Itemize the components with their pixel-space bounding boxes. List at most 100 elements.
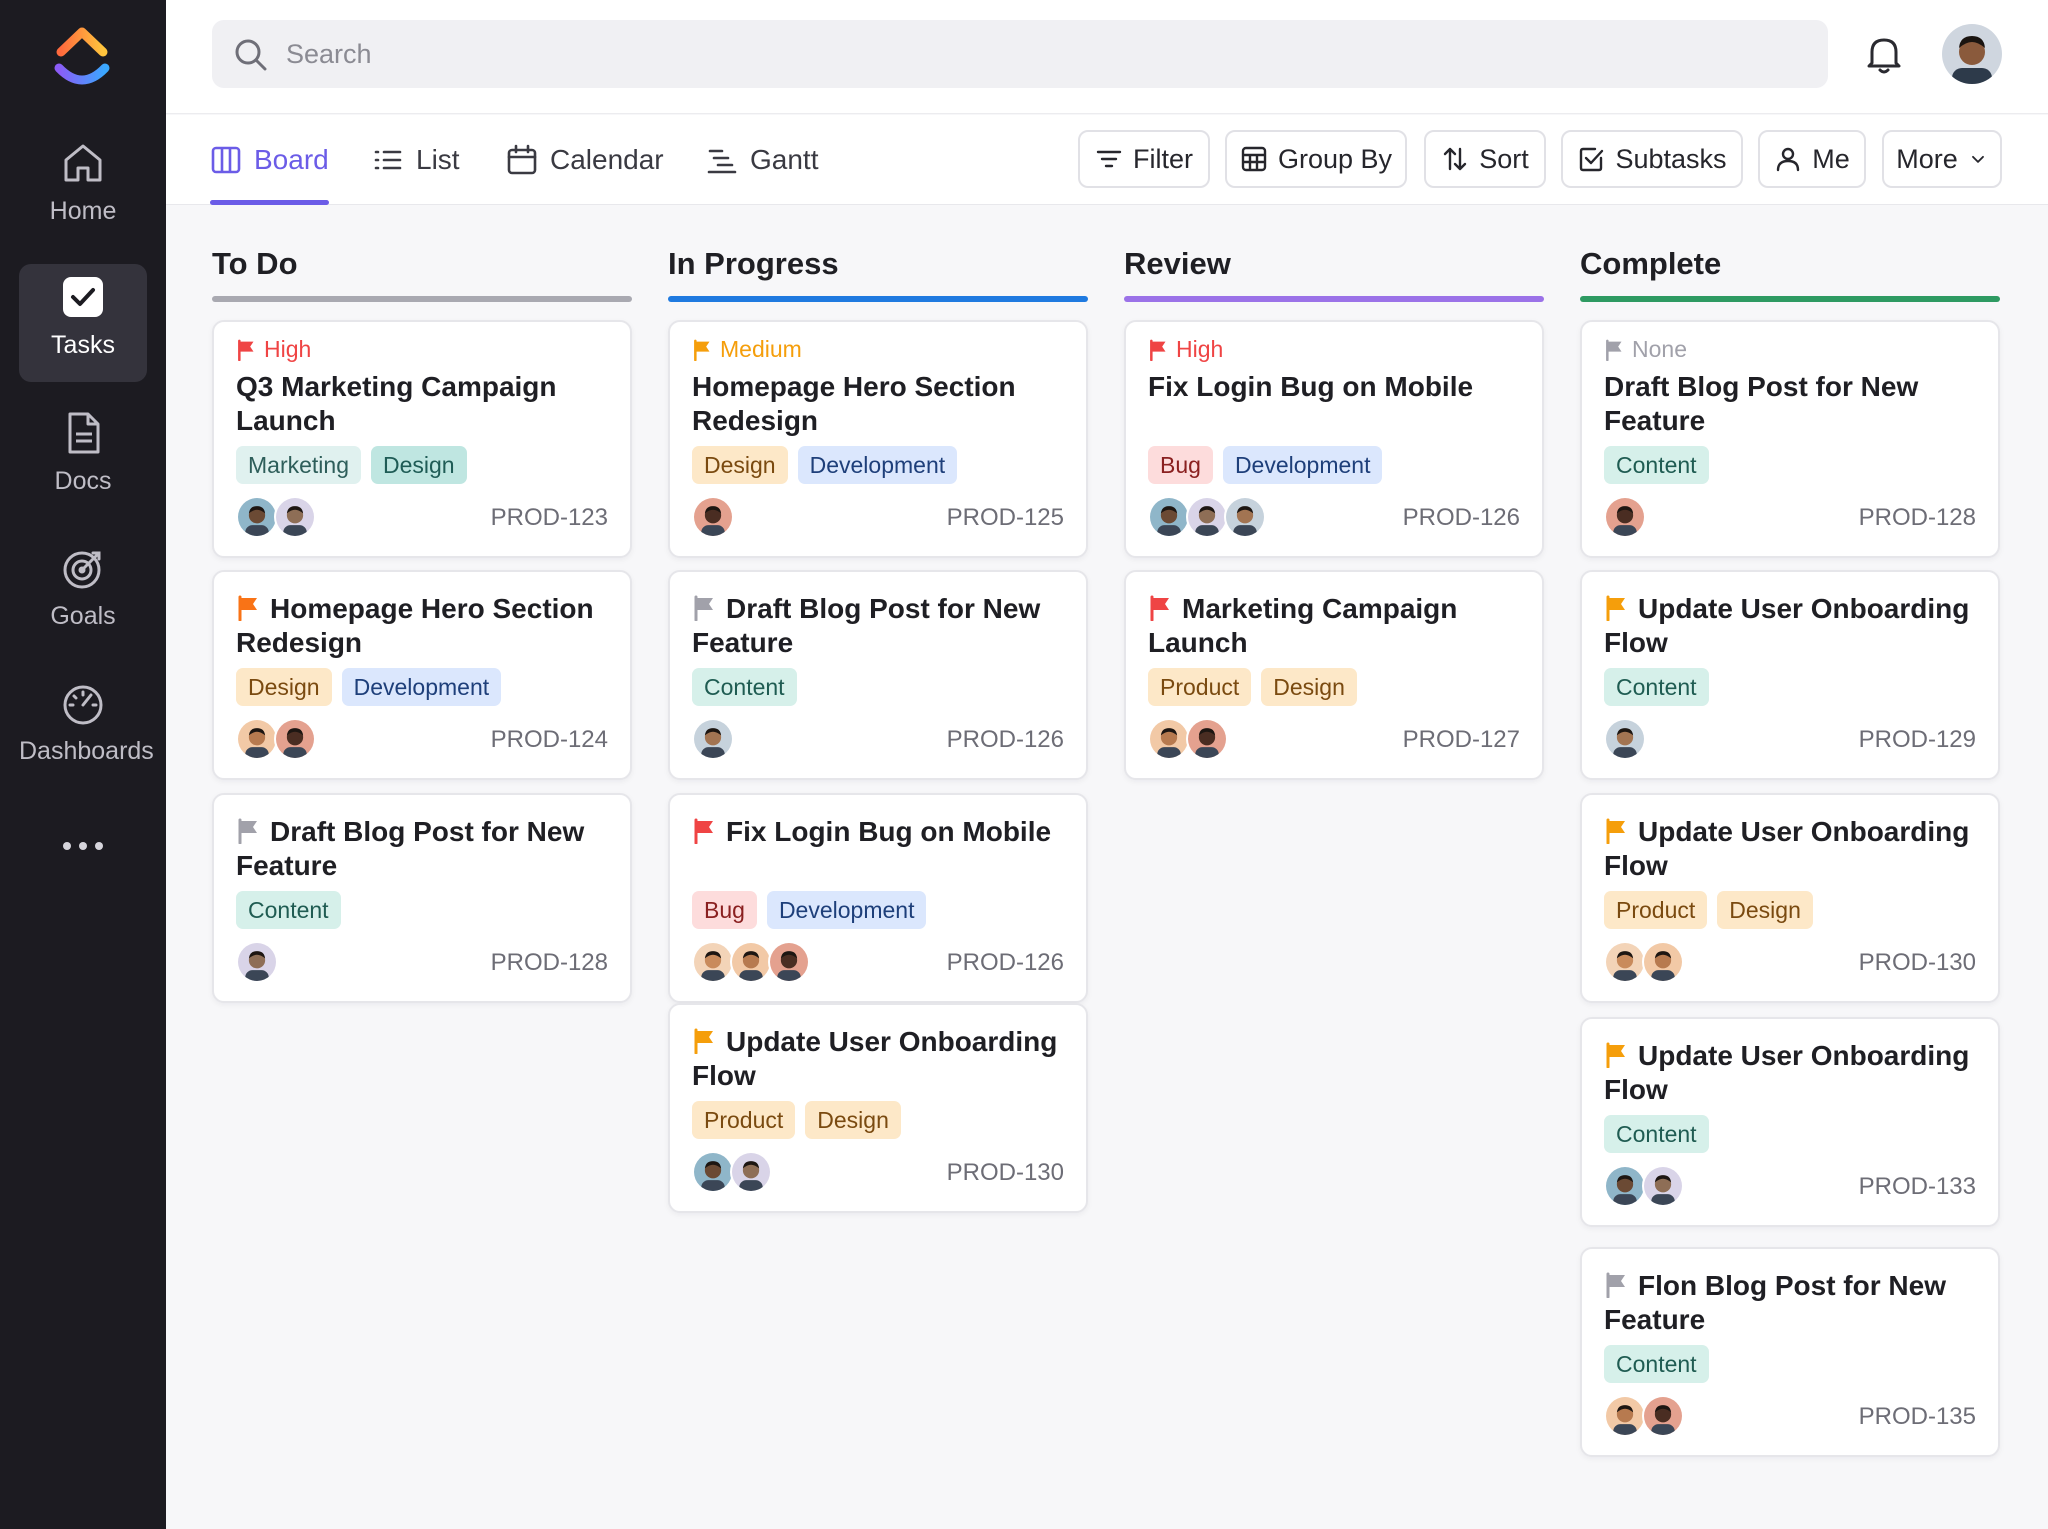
assignee-avatars[interactable]: [1148, 718, 1228, 760]
card-title[interactable]: Draft Blog Post for New Feature: [692, 592, 1064, 660]
assignee-avatars[interactable]: [1604, 496, 1646, 538]
tab-board[interactable]: Board: [210, 115, 329, 205]
assignee-avatars[interactable]: [692, 718, 734, 760]
avatar[interactable]: [274, 496, 316, 538]
notifications-bell-icon[interactable]: [1862, 32, 1906, 76]
assignee-avatars[interactable]: [236, 941, 278, 983]
avatar[interactable]: [236, 941, 278, 983]
tag-content[interactable]: Content: [692, 668, 797, 706]
assignee-avatars[interactable]: [692, 496, 734, 538]
me-button[interactable]: Me: [1758, 130, 1866, 188]
filter-button[interactable]: Filter: [1078, 130, 1210, 188]
search-input[interactable]: [286, 20, 1786, 88]
avatar[interactable]: [692, 1151, 734, 1193]
card-title[interactable]: Fix Login Bug on Mobile: [692, 815, 1064, 849]
avatar[interactable]: [1604, 718, 1646, 760]
tag-product[interactable]: Product: [1148, 668, 1252, 706]
tag-development[interactable]: Development: [1222, 446, 1383, 484]
avatar[interactable]: [274, 718, 316, 760]
task-card[interactable]: Update User Onboarding Flow Product Design…: [668, 1003, 1088, 1213]
avatar[interactable]: [692, 496, 734, 538]
assignee-avatars[interactable]: [692, 941, 810, 983]
task-card[interactable]: Draft Blog Post for New Feature Content PR…: [668, 570, 1088, 780]
assignee-avatars[interactable]: [236, 718, 316, 760]
card-title[interactable]: Q3 Marketing Campaign Launch: [236, 370, 608, 438]
avatar[interactable]: [768, 941, 810, 983]
task-card[interactable]: High Q3 Marketing Campaign Launch Marketin…: [212, 320, 632, 558]
avatar[interactable]: [692, 941, 734, 983]
avatar[interactable]: [236, 496, 278, 538]
avatar[interactable]: [1604, 1165, 1646, 1207]
task-card[interactable]: Homepage Hero Section Redesign Design Deve…: [212, 570, 632, 780]
more-options-icon[interactable]: [60, 840, 106, 852]
tag-product[interactable]: Product: [692, 1101, 796, 1139]
app-logo-icon[interactable]: [53, 22, 111, 88]
tab-calendar[interactable]: Calendar: [506, 115, 664, 205]
sort-button[interactable]: Sort: [1424, 130, 1546, 188]
search-bar[interactable]: [212, 20, 1828, 88]
tag-content[interactable]: Content: [1604, 668, 1709, 706]
card-title[interactable]: Homepage Hero Section Redesign: [236, 592, 608, 660]
assignee-avatars[interactable]: [236, 496, 316, 538]
avatar[interactable]: [1148, 496, 1190, 538]
tag-design[interactable]: Design: [236, 668, 332, 706]
tag-design[interactable]: Design: [805, 1101, 901, 1139]
assignee-avatars[interactable]: [1148, 496, 1266, 538]
card-title[interactable]: Update User Onboarding Flow: [692, 1025, 1064, 1093]
task-card[interactable]: High Fix Login Bug on Mobile Bug Developmen…: [1124, 320, 1544, 558]
tag-development[interactable]: Development: [341, 668, 502, 706]
tab-list[interactable]: List: [372, 115, 460, 205]
tag-product[interactable]: Product: [1604, 891, 1708, 929]
task-card[interactable]: Marketing Campaign Launch Product Design PR…: [1124, 570, 1544, 780]
card-title[interactable]: Update User Onboarding Flow: [1604, 815, 1976, 883]
tag-development[interactable]: Development: [797, 446, 958, 484]
task-card[interactable]: Flon Blog Post for New Feature Content PRO…: [1580, 1247, 2000, 1457]
avatar[interactable]: [1186, 718, 1228, 760]
tab-gantt[interactable]: Gantt: [706, 115, 818, 205]
avatar[interactable]: [1604, 1395, 1646, 1437]
more-button[interactable]: More: [1882, 130, 2002, 188]
tag-development[interactable]: Development: [766, 891, 927, 929]
tag-content[interactable]: Content: [236, 891, 341, 929]
task-card[interactable]: Draft Blog Post for New Feature Content PR…: [212, 793, 632, 1003]
avatar[interactable]: [1186, 496, 1228, 538]
avatar[interactable]: [1604, 496, 1646, 538]
sidebar-item-goals[interactable]: Goals: [19, 535, 147, 653]
task-card[interactable]: Medium Homepage Hero Section Redesign Desi…: [668, 320, 1088, 558]
card-title[interactable]: Update User Onboarding Flow: [1604, 592, 1976, 660]
tag-design[interactable]: Design: [370, 446, 467, 484]
sidebar-item-docs[interactable]: Docs: [19, 400, 147, 518]
card-title[interactable]: Update User Onboarding Flow: [1604, 1039, 1976, 1107]
assignee-avatars[interactable]: [1604, 1395, 1684, 1437]
sidebar-item-home[interactable]: Home: [19, 130, 147, 248]
avatar[interactable]: [1604, 941, 1646, 983]
task-card[interactable]: Fix Login Bug on Mobile Bug Development PRO…: [668, 793, 1088, 1003]
task-card[interactable]: Update User Onboarding Flow Content PROD-1…: [1580, 1017, 2000, 1227]
tag-marketing[interactable]: Marketing: [236, 446, 361, 484]
avatar[interactable]: [1642, 1395, 1684, 1437]
card-title[interactable]: Marketing Campaign Launch: [1148, 592, 1520, 660]
tag-bug[interactable]: Bug: [692, 891, 757, 929]
card-title[interactable]: Fix Login Bug on Mobile: [1148, 370, 1520, 404]
tag-content[interactable]: Content: [1604, 1345, 1709, 1383]
task-card[interactable]: Update User Onboarding Flow Content PROD-1…: [1580, 570, 2000, 780]
card-title[interactable]: Draft Blog Post for New Feature: [1604, 370, 1976, 438]
group-by-button[interactable]: Group By: [1225, 130, 1407, 188]
avatar[interactable]: [692, 718, 734, 760]
card-title[interactable]: Draft Blog Post for New Feature: [236, 815, 608, 883]
assignee-avatars[interactable]: [1604, 1165, 1684, 1207]
tag-content[interactable]: Content: [1604, 1115, 1709, 1153]
task-card[interactable]: None Draft Blog Post for New Feature Conte…: [1580, 320, 2000, 558]
user-avatar[interactable]: [1942, 24, 2002, 84]
avatar[interactable]: [1224, 496, 1266, 538]
avatar[interactable]: [236, 718, 278, 760]
assignee-avatars[interactable]: [1604, 941, 1684, 983]
avatar[interactable]: [1642, 1165, 1684, 1207]
sidebar-item-dashboards[interactable]: Dashboards: [19, 670, 154, 788]
tag-design[interactable]: Design: [692, 446, 788, 484]
assignee-avatars[interactable]: [692, 1151, 772, 1193]
card-title[interactable]: Homepage Hero Section Redesign: [692, 370, 1064, 438]
tag-design[interactable]: Design: [1261, 668, 1357, 706]
avatar[interactable]: [730, 1151, 772, 1193]
subtasks-button[interactable]: Subtasks: [1561, 130, 1743, 188]
